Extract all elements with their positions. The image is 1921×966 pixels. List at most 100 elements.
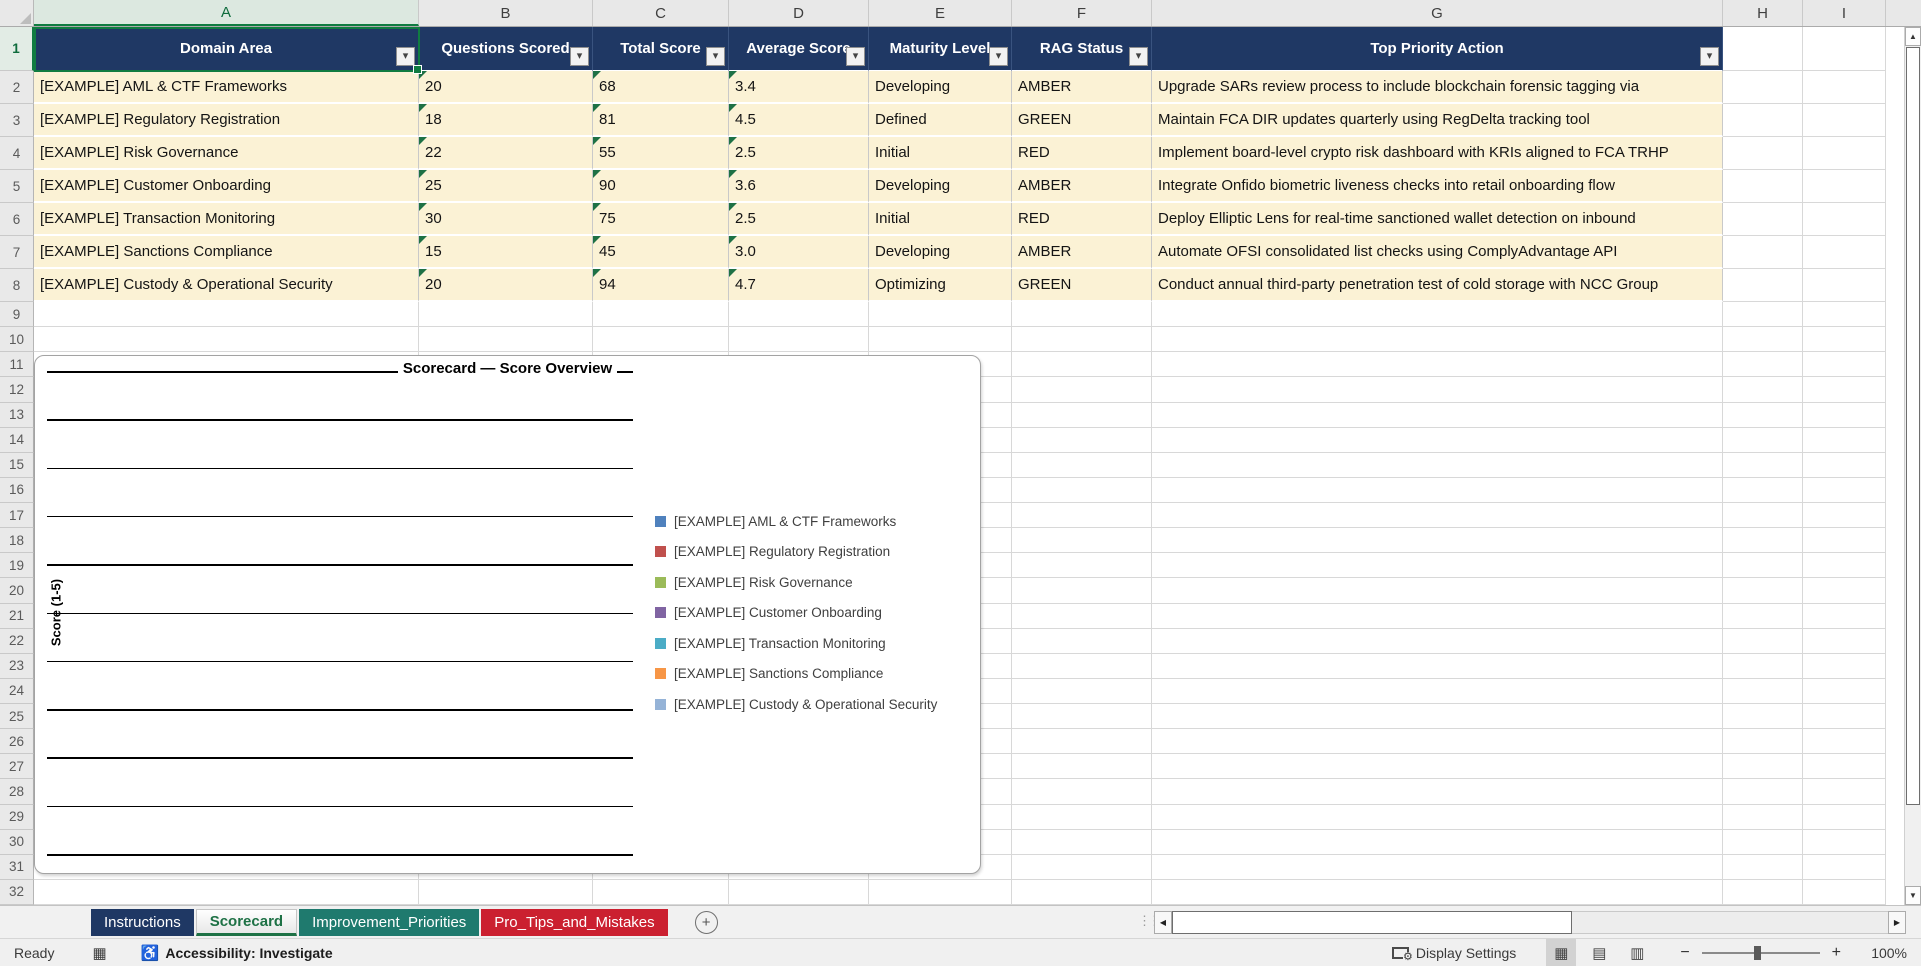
cell-F20[interactable]	[1012, 578, 1152, 604]
horizontal-scroll-track[interactable]	[1572, 911, 1888, 934]
row-header-20[interactable]: 20	[0, 578, 34, 604]
cell-G14[interactable]	[1152, 427, 1723, 453]
cell-H22[interactable]	[1723, 628, 1803, 654]
cell-F2[interactable]: AMBER	[1012, 71, 1152, 104]
zoom-level-label[interactable]: 100%	[1861, 945, 1907, 961]
cell-G1[interactable]: Top Priority Action ▾	[1152, 27, 1723, 71]
cell-A9[interactable]	[34, 302, 419, 328]
cell-H1[interactable]	[1723, 27, 1803, 71]
cell-I6[interactable]	[1803, 203, 1886, 236]
cell-I16[interactable]	[1803, 477, 1886, 503]
column-header-E[interactable]: E	[869, 0, 1012, 26]
cell-G2[interactable]: Upgrade SARs review process to include b…	[1152, 71, 1723, 104]
cell-G26[interactable]	[1152, 729, 1723, 755]
row-header-8[interactable]: 8	[0, 269, 34, 302]
cell-G18[interactable]	[1152, 528, 1723, 554]
row-header-7[interactable]: 7	[0, 236, 34, 269]
cell-G6[interactable]: Deploy Elliptic Lens for real-time sanct…	[1152, 203, 1723, 236]
cell-A3[interactable]: [EXAMPLE] Regulatory Registration	[34, 104, 419, 137]
column-header-A[interactable]: A	[34, 0, 419, 26]
row-header-31[interactable]: 31	[0, 854, 34, 880]
row-header-9[interactable]: 9	[0, 302, 34, 328]
row-header-13[interactable]: 13	[0, 402, 34, 428]
cell-I7[interactable]	[1803, 236, 1886, 269]
sheet-tab-instructions[interactable]: Instructions	[91, 908, 194, 936]
cell-F8[interactable]: GREEN	[1012, 269, 1152, 302]
column-header-G[interactable]: G	[1152, 0, 1723, 26]
cell-I9[interactable]	[1803, 302, 1886, 328]
cell-F6[interactable]: RED	[1012, 203, 1152, 236]
cell-A4[interactable]: [EXAMPLE] Risk Governance	[34, 137, 419, 170]
filter-dropdown-icon[interactable]: ▾	[989, 47, 1008, 66]
row-header-26[interactable]: 26	[0, 729, 34, 755]
cell-F10[interactable]	[1012, 327, 1152, 353]
cell-H9[interactable]	[1723, 302, 1803, 328]
cell-H31[interactable]	[1723, 854, 1803, 880]
cell-F4[interactable]: RED	[1012, 137, 1152, 170]
cell-I1[interactable]	[1803, 27, 1886, 71]
cell-G11[interactable]	[1152, 352, 1723, 378]
cell-I5[interactable]	[1803, 170, 1886, 203]
scroll-right-button[interactable]: ▶	[1888, 911, 1906, 934]
row-header-1[interactable]: 1	[0, 27, 34, 71]
cell-F24[interactable]	[1012, 678, 1152, 704]
cell-H19[interactable]	[1723, 553, 1803, 579]
cell-H17[interactable]	[1723, 503, 1803, 529]
cell-G20[interactable]	[1152, 578, 1723, 604]
cell-H7[interactable]	[1723, 236, 1803, 269]
cell-B5[interactable]: 25	[419, 170, 593, 203]
cell-E3[interactable]: Defined	[869, 104, 1012, 137]
cell-D8[interactable]: 4.7	[729, 269, 869, 302]
cell-G32[interactable]	[1152, 879, 1723, 905]
scroll-up-button[interactable]: ▲	[1905, 27, 1921, 46]
row-header-32[interactable]: 32	[0, 879, 34, 905]
cell-H10[interactable]	[1723, 327, 1803, 353]
cell-F1[interactable]: RAG Status ▾	[1012, 27, 1152, 71]
cell-D9[interactable]	[729, 302, 869, 328]
cell-I2[interactable]	[1803, 71, 1886, 104]
cell-H24[interactable]	[1723, 678, 1803, 704]
cell-I8[interactable]	[1803, 269, 1886, 302]
cell-I21[interactable]	[1803, 603, 1886, 629]
cell-I13[interactable]	[1803, 402, 1886, 428]
cell-B1[interactable]: Questions Scored ▾	[419, 27, 593, 71]
sheet-tab-improvement_priorities[interactable]: Improvement_Priorities	[299, 908, 480, 936]
cell-F28[interactable]	[1012, 779, 1152, 805]
row-header-4[interactable]: 4	[0, 137, 34, 170]
cell-A2[interactable]: [EXAMPLE] AML & CTF Frameworks	[34, 71, 419, 104]
row-header-29[interactable]: 29	[0, 804, 34, 830]
cell-B32[interactable]	[419, 879, 593, 905]
cell-A10[interactable]	[34, 327, 419, 353]
cell-G25[interactable]	[1152, 704, 1723, 730]
cell-I23[interactable]	[1803, 653, 1886, 679]
cell-F22[interactable]	[1012, 628, 1152, 654]
cell-I28[interactable]	[1803, 779, 1886, 805]
cell-F31[interactable]	[1012, 854, 1152, 880]
cell-H30[interactable]	[1723, 829, 1803, 855]
cell-F27[interactable]	[1012, 754, 1152, 780]
scroll-down-button[interactable]: ▼	[1905, 886, 1921, 905]
cell-A6[interactable]: [EXAMPLE] Transaction Monitoring	[34, 203, 419, 236]
cell-H11[interactable]	[1723, 352, 1803, 378]
page-layout-view-button[interactable]: ▤	[1584, 939, 1614, 966]
zoom-out-button[interactable]: −	[1674, 944, 1695, 962]
cell-G31[interactable]	[1152, 854, 1723, 880]
row-header-16[interactable]: 16	[0, 477, 34, 503]
cell-G9[interactable]	[1152, 302, 1723, 328]
sheet-tab-scorecard[interactable]: Scorecard	[195, 908, 298, 936]
cell-E2[interactable]: Developing	[869, 71, 1012, 104]
macro-record-icon[interactable]: ▦	[92, 944, 106, 962]
filter-dropdown-icon[interactable]: ▾	[846, 47, 865, 66]
cell-H32[interactable]	[1723, 879, 1803, 905]
cell-H8[interactable]	[1723, 269, 1803, 302]
cell-H3[interactable]	[1723, 104, 1803, 137]
cell-C8[interactable]: 94	[593, 269, 729, 302]
cell-A5[interactable]: [EXAMPLE] Customer Onboarding	[34, 170, 419, 203]
column-header-F[interactable]: F	[1012, 0, 1152, 26]
cell-E1[interactable]: Maturity Level ▾	[869, 27, 1012, 71]
cell-I30[interactable]	[1803, 829, 1886, 855]
cell-H27[interactable]	[1723, 754, 1803, 780]
cell-F9[interactable]	[1012, 302, 1152, 328]
cell-B6[interactable]: 30	[419, 203, 593, 236]
cell-G30[interactable]	[1152, 829, 1723, 855]
